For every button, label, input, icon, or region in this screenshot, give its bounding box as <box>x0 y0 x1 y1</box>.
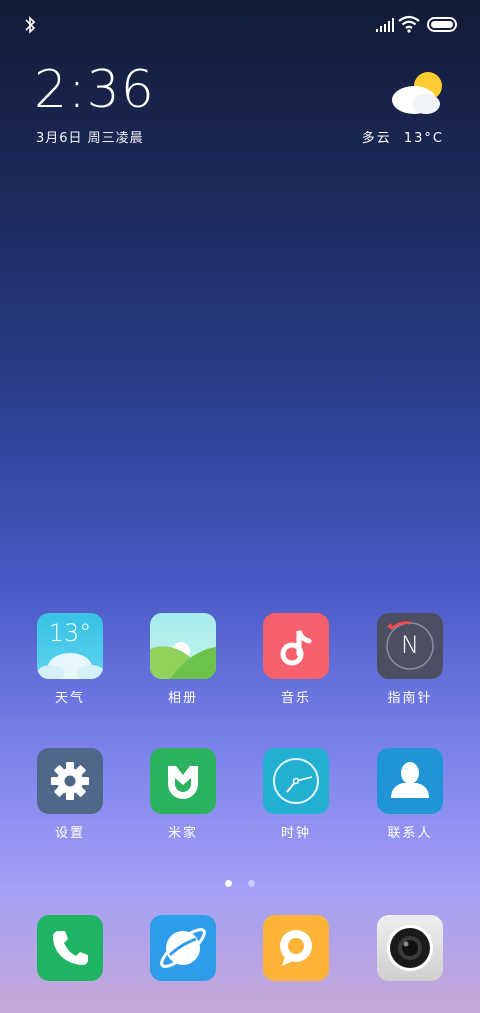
app-contacts[interactable]: 联系人 <box>365 748 455 841</box>
battery-icon <box>427 17 457 32</box>
compass-letter: N <box>401 631 419 659</box>
app-label: 天气 <box>54 691 85 706</box>
page-dot[interactable] <box>247 880 255 887</box>
clock-time[interactable]: 2:36 <box>34 60 155 120</box>
signal-icon <box>376 18 394 32</box>
camera-icon <box>377 915 443 981</box>
app-clock[interactable]: 时钟 <box>251 748 341 841</box>
contacts-icon <box>377 748 443 814</box>
settings-gear-icon <box>37 748 103 814</box>
app-compass[interactable]: N 指南针 <box>365 613 455 706</box>
weather-temp: 13°C <box>403 131 444 146</box>
weather-app-icon: 13° <box>37 613 103 679</box>
clock-icon <box>263 748 329 814</box>
status-bar <box>0 0 480 50</box>
app-settings[interactable]: 设置 <box>25 748 115 841</box>
app-label: 设置 <box>54 826 85 841</box>
app-mijia[interactable]: 米家 <box>138 748 228 841</box>
app-label: 指南针 <box>387 691 433 706</box>
music-icon <box>263 613 329 679</box>
gallery-icon <box>150 613 216 679</box>
mijia-icon <box>150 748 216 814</box>
page-indicator[interactable] <box>0 872 480 891</box>
bluetooth-icon <box>25 16 36 34</box>
dock-browser[interactable] <box>138 915 228 981</box>
app-label: 时钟 <box>280 826 311 841</box>
dock-messages[interactable] <box>251 915 341 981</box>
page-dot-active[interactable] <box>225 880 233 887</box>
messages-icon <box>263 915 329 981</box>
phone-icon <box>37 915 103 981</box>
weather-summary: 多云 13°C <box>362 127 444 146</box>
app-label: 音乐 <box>280 691 311 706</box>
app-gallery[interactable]: 相册 <box>138 613 228 706</box>
dock-phone[interactable] <box>25 915 115 981</box>
clock-date: 3月6日 周三凌晨 <box>36 131 144 146</box>
app-weather[interactable]: 13° 天气 <box>25 613 115 706</box>
wifi-icon <box>398 15 420 33</box>
browser-icon <box>150 915 216 981</box>
app-label: 米家 <box>167 826 198 841</box>
compass-icon: N <box>377 613 443 679</box>
app-label: 联系人 <box>387 826 433 841</box>
app-label: 相册 <box>167 691 198 706</box>
partly-cloudy-icon[interactable] <box>388 70 446 118</box>
weather-condition: 多云 <box>361 131 392 146</box>
dock-camera[interactable] <box>365 915 455 981</box>
app-music[interactable]: 音乐 <box>251 613 341 706</box>
